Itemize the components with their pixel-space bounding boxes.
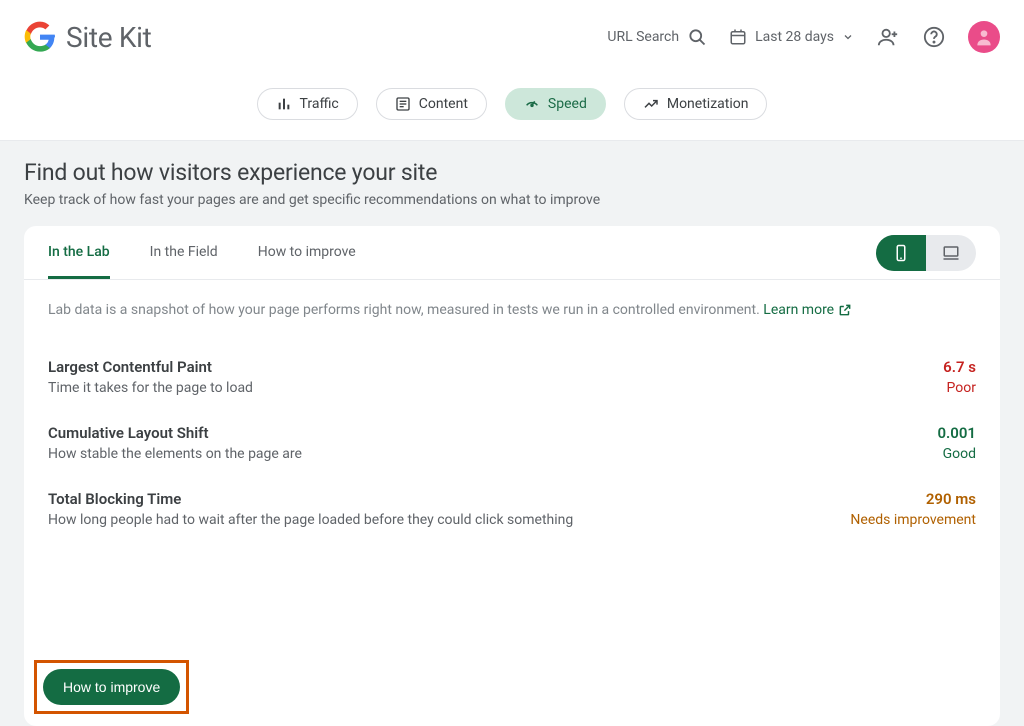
metric-value: 0.001 (937, 424, 976, 442)
lab-intro-text: Lab data is a snapshot of how your page … (48, 302, 760, 318)
desktop-icon (942, 244, 960, 262)
subtab-how-to-improve[interactable]: How to improve (258, 226, 356, 279)
metric-value: 290 ms (850, 490, 976, 508)
device-toggle (876, 235, 976, 271)
tab-monetization[interactable]: Monetization (624, 88, 768, 120)
page-subtitle: Keep track of how fast your pages are an… (24, 192, 1000, 208)
product-name: Site Kit (66, 21, 152, 54)
header-actions: URL Search Last 28 days (607, 21, 1000, 53)
tab-speed[interactable]: Speed (505, 88, 606, 120)
metric-lcp: Largest Contentful Paint Time it takes f… (48, 336, 976, 402)
add-user-button[interactable] (876, 25, 900, 49)
logo-block: Site Kit (24, 21, 152, 54)
tab-speed-label: Speed (548, 96, 587, 112)
metric-status: Needs improvement (850, 512, 976, 528)
lab-intro: Lab data is a snapshot of how your page … (24, 280, 1000, 326)
tab-content-label: Content (419, 96, 468, 112)
content-icon (395, 96, 411, 112)
card-tabs-row: In the Lab In the Field How to improve (24, 226, 1000, 280)
tab-content[interactable]: Content (376, 88, 487, 120)
metric-desc: Time it takes for the page to load (48, 380, 253, 396)
date-range-label: Last 28 days (755, 29, 834, 45)
url-search-label: URL Search (607, 29, 679, 45)
bar-chart-icon (276, 96, 292, 112)
app-header: Site Kit URL Search Last 28 days (0, 0, 1024, 74)
metrics-list: Largest Contentful Paint Time it takes f… (24, 326, 1000, 564)
subtab-in-field[interactable]: In the Field (150, 226, 218, 279)
tab-monetization-label: Monetization (667, 96, 749, 112)
google-g-icon (24, 21, 56, 53)
main-nav: Traffic Content Speed Monetization (0, 74, 1024, 141)
help-button[interactable] (922, 25, 946, 49)
metric-status: Good (937, 446, 976, 462)
metric-value: 6.7 s (943, 358, 976, 376)
metric-tbt: Total Blocking Time How long people had … (48, 468, 976, 534)
learn-more-link[interactable]: Learn more (763, 302, 852, 318)
subtab-row: In the Lab In the Field How to improve (48, 226, 356, 279)
user-avatar[interactable] (968, 21, 1000, 53)
device-desktop-button[interactable] (926, 235, 976, 271)
page-title: Find out how visitors experience your si… (24, 159, 1000, 186)
speed-icon (524, 96, 540, 112)
device-mobile-button[interactable] (876, 235, 926, 271)
tab-traffic-label: Traffic (300, 96, 339, 112)
metric-cls: Cumulative Layout Shift How stable the e… (48, 402, 976, 468)
metric-desc: How stable the elements on the page are (48, 446, 302, 462)
chevron-down-icon (842, 31, 854, 43)
how-to-improve-button[interactable]: How to improve (43, 669, 180, 705)
search-icon (687, 27, 707, 47)
learn-more-label: Learn more (763, 302, 834, 318)
metric-title: Largest Contentful Paint (48, 358, 253, 376)
metric-status: Poor (943, 380, 976, 396)
url-search[interactable]: URL Search (607, 27, 707, 47)
metric-desc: How long people had to wait after the pa… (48, 512, 573, 528)
trending-icon (643, 96, 659, 112)
tab-traffic[interactable]: Traffic (257, 88, 358, 120)
cta-highlight-box: How to improve (34, 660, 189, 714)
page-hero: Find out how visitors experience your si… (0, 141, 1024, 226)
subtab-in-lab[interactable]: In the Lab (48, 226, 110, 279)
external-link-icon (838, 303, 852, 317)
mobile-icon (892, 244, 910, 262)
speed-card: In the Lab In the Field How to improve L… (24, 226, 1000, 726)
metric-title: Cumulative Layout Shift (48, 424, 302, 442)
date-range-picker[interactable]: Last 28 days (729, 28, 854, 46)
metric-title: Total Blocking Time (48, 490, 573, 508)
calendar-icon (729, 28, 747, 46)
